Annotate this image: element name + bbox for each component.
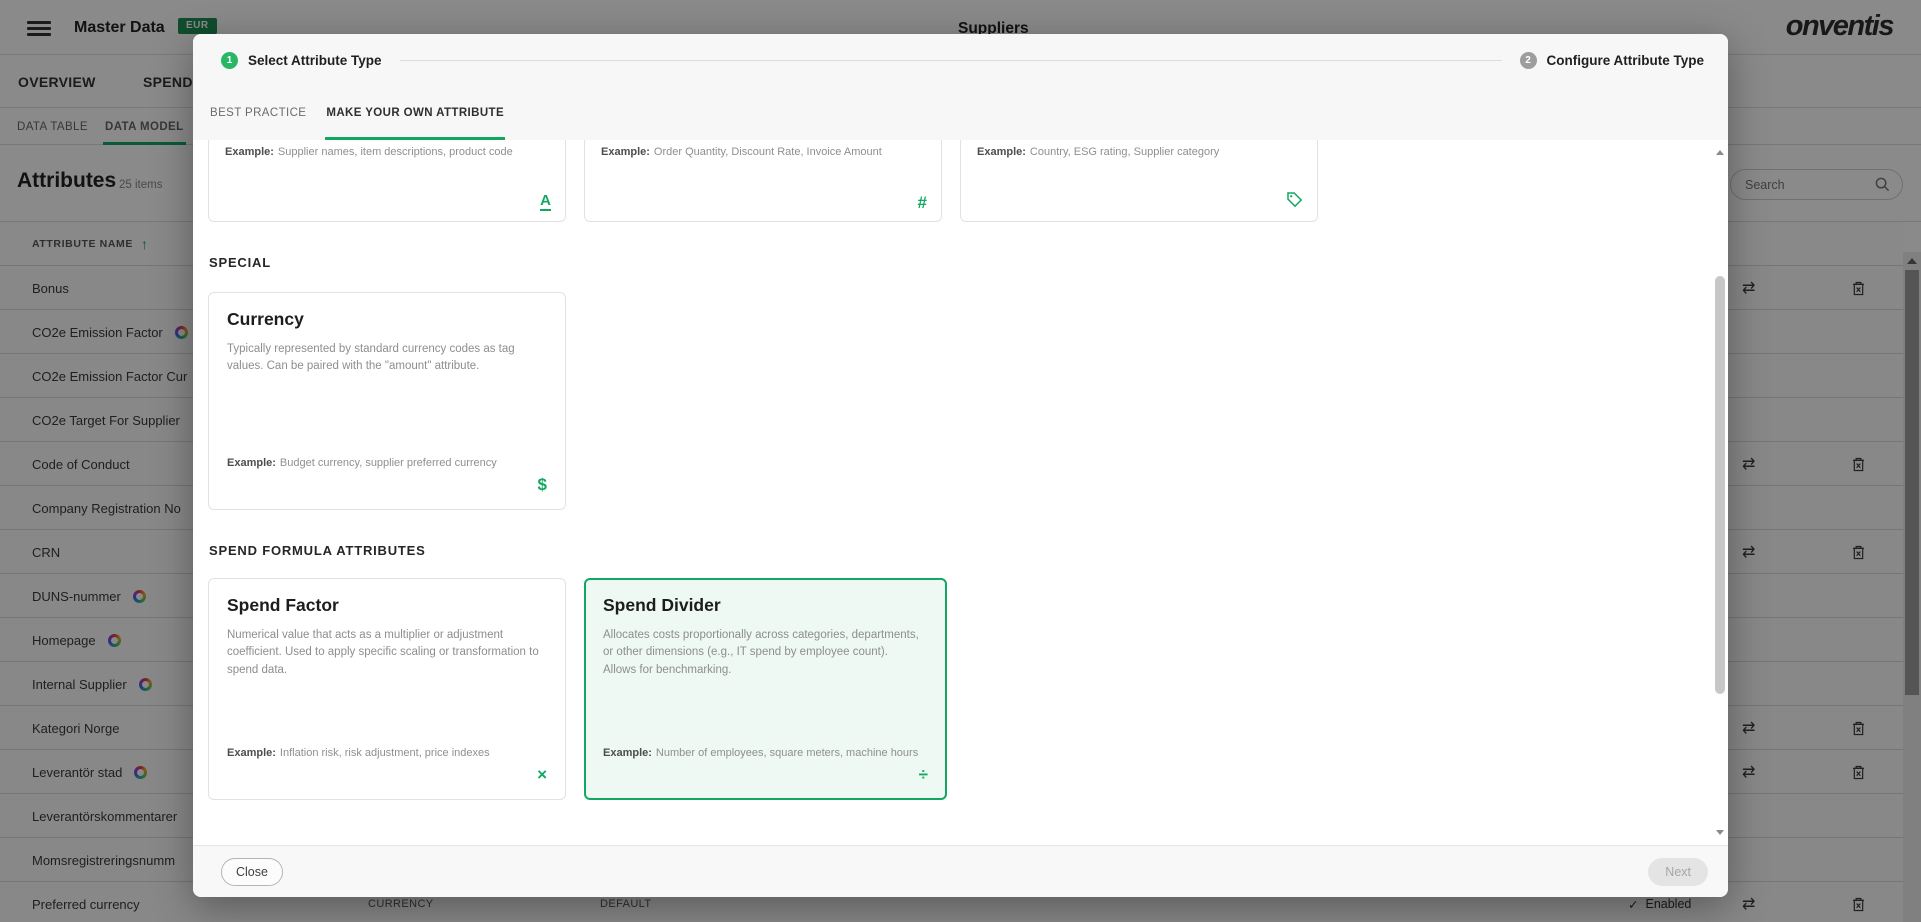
scrollbar-down-icon[interactable] bbox=[1716, 830, 1724, 835]
divide-icon: ÷ bbox=[919, 766, 928, 783]
select-attribute-type-modal: 1 Select Attribute Type 2 Configure Attr… bbox=[193, 34, 1728, 897]
example-text: Number of employees, square meters, mach… bbox=[656, 747, 918, 759]
scrollbar-up-icon[interactable] bbox=[1716, 150, 1724, 155]
card-currency[interactable]: Currency Typically represented by standa… bbox=[208, 292, 566, 510]
modal-body: Example: Supplier names, item description… bbox=[193, 140, 1728, 845]
example-label: Example: bbox=[227, 457, 276, 469]
modal-tabs: BEST PRACTICE MAKE YOUR OWN ATTRIBUTE bbox=[193, 86, 1728, 140]
card-title: Spend Factor bbox=[227, 595, 547, 616]
multiply-icon: × bbox=[537, 766, 547, 783]
card-spend-divider-selected[interactable]: Spend Divider Allocates costs proportion… bbox=[584, 578, 947, 800]
example-text: Country, ESG rating, Supplier category bbox=[1030, 146, 1219, 158]
currency-type-icon: $ bbox=[538, 476, 547, 493]
example-text: Budget currency, supplier preferred curr… bbox=[280, 457, 497, 469]
step-2-circle: 2 bbox=[1520, 52, 1537, 69]
step-1-circle: 1 bbox=[221, 52, 238, 69]
text-type-icon: A bbox=[540, 193, 551, 211]
next-button-disabled[interactable]: Next bbox=[1648, 858, 1708, 886]
card-title: Spend Divider bbox=[603, 595, 928, 616]
example-label: Example: bbox=[603, 747, 652, 759]
example-text: Order Quantity, Discount Rate, Invoice A… bbox=[654, 146, 882, 158]
attribute-type-cards-partial: Example: Supplier names, item description… bbox=[208, 140, 1728, 222]
tab-best-practice[interactable]: BEST PRACTICE bbox=[209, 86, 307, 140]
modal-scrollbar[interactable] bbox=[1713, 144, 1727, 841]
card-title: Currency bbox=[227, 309, 547, 330]
card-description: Allocates costs proportionally across ca… bbox=[603, 627, 928, 679]
example-label: Example: bbox=[225, 146, 274, 158]
step-2: 2 Configure Attribute Type bbox=[1520, 52, 1705, 69]
example-label: Example: bbox=[601, 146, 650, 158]
card-number-attribute[interactable]: Example: Order Quantity, Discount Rate, I… bbox=[584, 140, 942, 222]
stepper-connector bbox=[400, 60, 1502, 61]
number-type-icon: # bbox=[918, 194, 927, 211]
modal-stepper: 1 Select Attribute Type 2 Configure Attr… bbox=[193, 34, 1728, 86]
card-spend-factor[interactable]: Spend Factor Numerical value that acts a… bbox=[208, 578, 566, 800]
scrollbar-thumb[interactable] bbox=[1715, 276, 1725, 694]
card-tag-attribute[interactable]: Example: Country, ESG rating, Supplier ca… bbox=[960, 140, 1318, 222]
section-heading-special: SPECIAL bbox=[209, 255, 1728, 270]
spend-formula-cards: Spend Factor Numerical value that acts a… bbox=[208, 578, 1728, 800]
step-2-label: Configure Attribute Type bbox=[1547, 53, 1705, 68]
close-button[interactable]: Close bbox=[221, 858, 283, 886]
card-description: Typically represented by standard curren… bbox=[227, 341, 547, 376]
example-label: Example: bbox=[227, 747, 276, 759]
step-1: 1 Select Attribute Type bbox=[221, 52, 382, 69]
card-description: Numerical value that acts as a multiplie… bbox=[227, 627, 547, 679]
example-text: Supplier names, item descriptions, produ… bbox=[278, 146, 513, 158]
step-1-label: Select Attribute Type bbox=[248, 53, 382, 68]
tab-make-your-own-attribute[interactable]: MAKE YOUR OWN ATTRIBUTE bbox=[325, 86, 505, 140]
modal-footer: Close Next bbox=[193, 845, 1728, 897]
section-heading-spend-formula: SPEND FORMULA ATTRIBUTES bbox=[209, 543, 1728, 558]
card-text-attribute[interactable]: Example: Supplier names, item description… bbox=[208, 140, 566, 222]
tag-type-icon bbox=[1286, 191, 1303, 211]
example-text: Inflation risk, risk adjustment, price i… bbox=[280, 747, 490, 759]
example-label: Example: bbox=[977, 146, 1026, 158]
